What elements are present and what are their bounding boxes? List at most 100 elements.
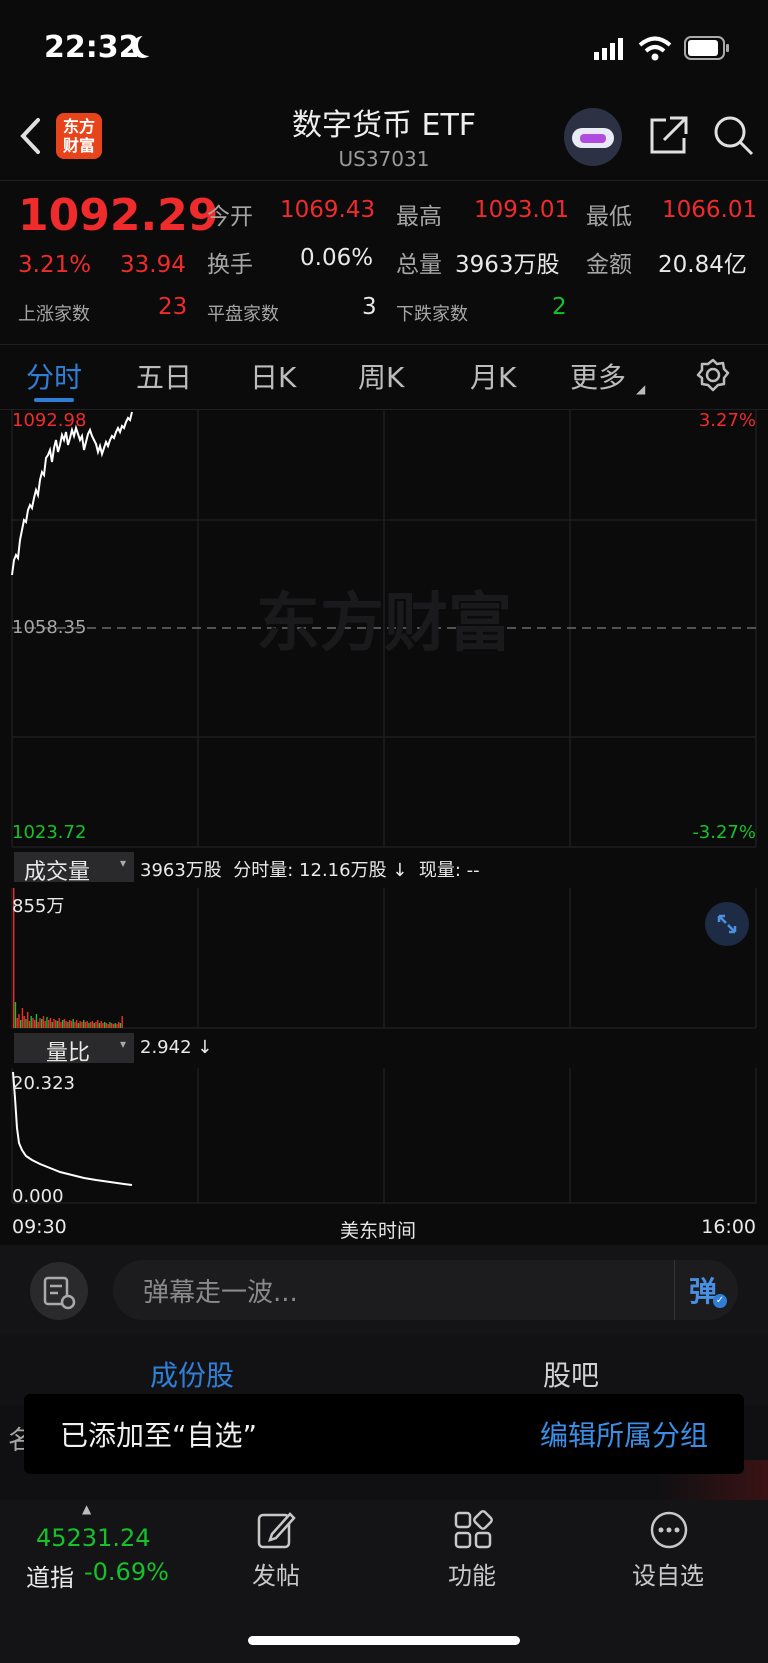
status-bar: 22:32 bbox=[0, 0, 768, 96]
volume-bar bbox=[83, 1020, 85, 1028]
ratio-chart bbox=[11, 1068, 757, 1204]
volume-bar bbox=[27, 1012, 29, 1028]
volume-bar bbox=[81, 1022, 83, 1028]
index-value[interactable]: 45231.24 bbox=[36, 1524, 151, 1552]
volume-bar bbox=[76, 1020, 78, 1028]
volume-bar bbox=[107, 1024, 109, 1028]
ratio-value: 2.942 ↓ bbox=[140, 1037, 213, 1058]
stat-value-low: 1066.01 bbox=[662, 197, 758, 223]
danmu-settings-button[interactable] bbox=[30, 1262, 88, 1320]
volume-bar bbox=[62, 1020, 64, 1028]
volume-bar bbox=[23, 1016, 25, 1028]
volume-bar bbox=[20, 1020, 22, 1028]
tab-more[interactable]: 更多 bbox=[570, 356, 626, 396]
volume-bar bbox=[97, 1020, 99, 1028]
index-name[interactable]: 道指 bbox=[26, 1558, 74, 1593]
ratio-selector-label: 量比 bbox=[46, 1041, 91, 1066]
volume-bar bbox=[69, 1020, 71, 1028]
avatar[interactable] bbox=[564, 108, 622, 166]
check-icon: ✓ bbox=[713, 1294, 727, 1308]
expand-button[interactable] bbox=[705, 902, 749, 946]
volume-bar bbox=[119, 1023, 122, 1028]
ratio-min-label: 0.000 bbox=[12, 1186, 64, 1207]
nav-set-watchlist[interactable]: 设自选 bbox=[632, 1556, 704, 1591]
tab-intraday[interactable]: 分时 bbox=[26, 356, 82, 396]
tab-daily-k[interactable]: 日K bbox=[250, 356, 296, 396]
stat-value-volume: 3963万股 bbox=[455, 252, 560, 278]
volume-bar bbox=[91, 1021, 94, 1028]
current-price: 1092.29 bbox=[18, 190, 219, 241]
volume-bar bbox=[86, 1021, 88, 1028]
volume-bar bbox=[39, 1018, 41, 1028]
volume-bar bbox=[46, 1017, 48, 1028]
volume-bar bbox=[70, 1021, 73, 1028]
gear-icon[interactable] bbox=[696, 358, 730, 392]
volume-bar bbox=[72, 1019, 74, 1028]
volume-bar bbox=[48, 1020, 50, 1028]
volume-bar bbox=[79, 1021, 81, 1028]
search-icon[interactable] bbox=[712, 114, 756, 158]
breadth-up-label: 上涨家数 bbox=[18, 304, 90, 325]
stat-value-high: 1093.01 bbox=[474, 197, 570, 223]
volume-bar bbox=[51, 1022, 53, 1028]
caret-down-icon: ▾ bbox=[119, 856, 126, 870]
volume-bar bbox=[65, 1021, 67, 1028]
price-axis-mid: 1058.35 bbox=[12, 617, 87, 638]
header-divider bbox=[0, 180, 768, 181]
price-axis-top: 1092.98 bbox=[12, 410, 87, 431]
danmu-settings-icon bbox=[43, 1276, 76, 1310]
danmu-toggle[interactable]: 弹 ✓ bbox=[674, 1260, 738, 1320]
index-change[interactable]: -0.69% bbox=[84, 1558, 169, 1586]
caret-down-icon: ◢ bbox=[636, 382, 646, 396]
volume-bar bbox=[34, 1020, 36, 1028]
pct-axis-bottom: -3.27% bbox=[692, 822, 756, 843]
volume-bar bbox=[37, 1022, 39, 1028]
more-circle-icon bbox=[650, 1511, 688, 1549]
toast-action[interactable]: 编辑所属分组 bbox=[540, 1414, 708, 1454]
volume-bar bbox=[41, 1019, 43, 1028]
comment-input[interactable]: 弹幕走一波... 弹 ✓ bbox=[113, 1260, 738, 1320]
x-axis-center: 美东时间 bbox=[340, 1220, 417, 1242]
volume-bar bbox=[30, 1016, 32, 1028]
share-icon[interactable] bbox=[648, 114, 690, 156]
stat-label-turnover: 换手 bbox=[207, 252, 253, 278]
post-icon bbox=[257, 1512, 296, 1549]
breadth-down-value: 2 bbox=[552, 294, 567, 320]
volume-bar bbox=[56, 1021, 59, 1028]
volume-bar bbox=[118, 1022, 120, 1028]
stat-label-low: 最低 bbox=[586, 204, 632, 230]
stat-label-volume: 总量 bbox=[396, 252, 442, 278]
volume-bar bbox=[32, 1018, 34, 1028]
chart-watermark: 东方财富 bbox=[256, 587, 512, 661]
volume-bar bbox=[44, 1021, 46, 1028]
stat-value-amount: 20.84亿 bbox=[658, 252, 747, 278]
toast: 已添加至“自选” 编辑所属分组 bbox=[24, 1394, 744, 1474]
volume-summary: 3963万股 分时量: 12.16万股 ↓ 现量: -- bbox=[140, 860, 480, 881]
caret-up-icon: ▲ bbox=[82, 1502, 92, 1516]
stat-label-amount: 金额 bbox=[586, 252, 632, 278]
tab-five-day[interactable]: 五日 bbox=[136, 356, 192, 396]
volume-bar bbox=[21, 1008, 24, 1028]
tab-forum[interactable]: 股吧 bbox=[543, 1354, 599, 1394]
volume-bar bbox=[16, 1018, 18, 1028]
nav-post[interactable]: 发帖 bbox=[252, 1556, 300, 1591]
toast-message: 已添加至“自选” bbox=[60, 1419, 258, 1452]
volume-bar bbox=[53, 1019, 55, 1028]
volume-bar bbox=[67, 1022, 69, 1028]
tab-weekly-k[interactable]: 周K bbox=[358, 356, 404, 396]
volume-bar bbox=[100, 1021, 102, 1028]
tab-constituents[interactable]: 成份股 bbox=[150, 1354, 234, 1394]
volume-bar bbox=[74, 1022, 76, 1028]
volume-bar bbox=[25, 1019, 27, 1028]
ratio-selector[interactable]: 量比 ▾ bbox=[14, 1033, 134, 1066]
volume-bar bbox=[42, 1016, 45, 1028]
price-line bbox=[11, 411, 133, 576]
volume-bar bbox=[55, 1020, 57, 1028]
nav-functions[interactable]: 功能 bbox=[448, 1556, 496, 1591]
volume-selector[interactable]: 成交量 ▾ bbox=[14, 852, 134, 885]
home-indicator[interactable] bbox=[248, 1636, 520, 1645]
caret-down-icon: ▾ bbox=[119, 1037, 126, 1051]
volume-bar bbox=[77, 1023, 80, 1028]
tab-monthly-k[interactable]: 月K bbox=[470, 356, 516, 396]
breadth-flat-label: 平盘家数 bbox=[207, 304, 279, 325]
